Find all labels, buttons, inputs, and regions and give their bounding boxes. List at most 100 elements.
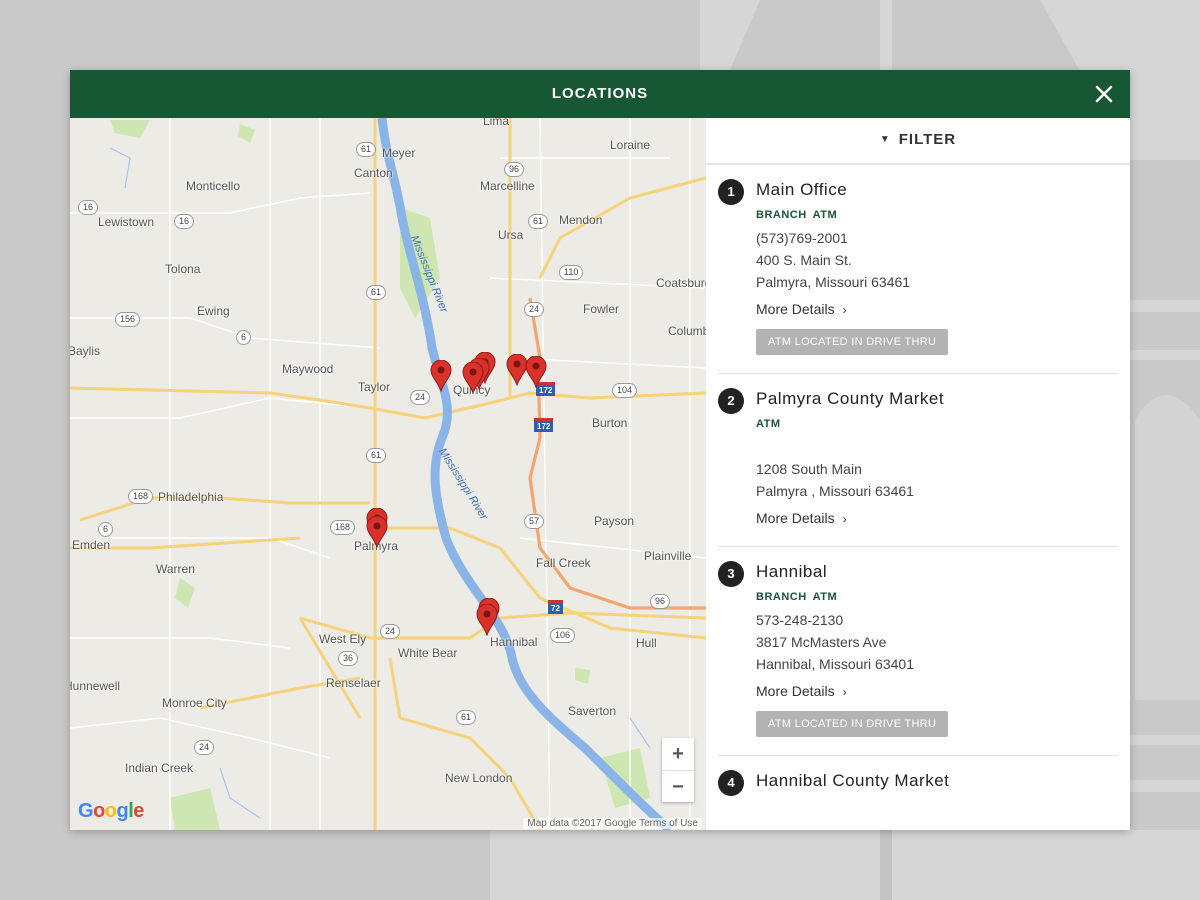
more-details-link[interactable]: More Details › xyxy=(756,510,847,526)
location-name[interactable]: Palmyra County Market xyxy=(756,386,1118,412)
map-label-lewistown: Lewistown xyxy=(98,215,155,229)
highway-shield: 61 xyxy=(366,285,387,300)
highway-shield: 24 xyxy=(524,302,545,317)
highway-shield: 61 xyxy=(528,214,549,229)
location-tags: BRANCH ATM xyxy=(756,591,1118,603)
more-details-link[interactable]: More Details › xyxy=(756,683,847,699)
location-tags: ATM xyxy=(756,418,1118,430)
highway-shield: 24 xyxy=(410,390,431,405)
map-label-baylis: Baylis xyxy=(70,344,101,358)
location-address-line2: Hannibal, Missouri 63401 xyxy=(756,656,914,672)
map-label-white-bear: White Bear xyxy=(398,646,458,660)
interstate-shield: 72 xyxy=(548,600,563,614)
map-attribution[interactable]: Map data ©2017 Google Terms of Use xyxy=(523,818,702,829)
close-button[interactable] xyxy=(1090,80,1118,108)
drive-thru-badge: ATM LOCATED IN DRIVE THRU xyxy=(756,329,949,355)
location-address-line1: 1208 South Main xyxy=(756,461,862,477)
highway-shield: 110 xyxy=(559,265,584,280)
map-label-ursa: Ursa xyxy=(498,228,524,242)
map-label-emden: Emden xyxy=(72,538,111,552)
location-contact: 1208 South Main Palmyra , Missouri 63461 xyxy=(756,458,1118,502)
zoom-out-button[interactable]: − xyxy=(662,770,694,802)
map-label-monticello: Monticello xyxy=(186,179,241,193)
filter-label: FILTER xyxy=(898,131,957,148)
map-label-philadelphia: Philadelphia xyxy=(158,490,224,504)
map-label-fall-creek: Fall Creek xyxy=(536,556,591,570)
highway-shield: 16 xyxy=(174,214,195,229)
map-pin-icon[interactable] xyxy=(525,356,547,388)
highway-shield: 24 xyxy=(194,740,215,755)
location-item: 4 Hannibal County Market xyxy=(718,756,1118,812)
map-pin-icon[interactable] xyxy=(366,516,388,548)
close-icon xyxy=(1095,85,1113,103)
highway-shield: 61 xyxy=(456,710,477,725)
highway-shield: 168 xyxy=(330,520,356,535)
tag-branch: BRANCH xyxy=(756,591,807,603)
map-label-tolona: Tolona xyxy=(165,262,201,276)
location-item: 1 Main Office BRANCH ATM (573)769-2001 40… xyxy=(718,165,1118,374)
highway-shield: 156 xyxy=(115,312,141,327)
map-label-indian-creek: Indian Creek xyxy=(125,761,194,775)
location-address-line1: 400 S. Main St. xyxy=(756,252,852,268)
zoom-controls: + − xyxy=(662,738,694,802)
location-address-line2: Palmyra , Missouri 63461 xyxy=(756,483,914,499)
map-label-taylor: Taylor xyxy=(358,380,391,394)
location-address-line2: Palmyra, Missouri 63461 xyxy=(756,274,911,290)
location-name[interactable]: Hannibal County Market xyxy=(756,768,1118,794)
chevron-down-icon: ▼ xyxy=(879,134,891,146)
map-label-hull: Hull xyxy=(636,636,657,650)
location-phone[interactable]: 573-248-2130 xyxy=(756,609,1118,631)
location-item: 3 Hannibal BRANCH ATM 573-248-2130 3817 M… xyxy=(718,547,1118,756)
modal-header: LOCATIONS xyxy=(70,70,1130,118)
map-label-lima: Lima xyxy=(483,118,510,128)
highway-shield: 6 xyxy=(98,522,114,537)
tag-atm: ATM xyxy=(812,591,838,603)
more-details-link[interactable]: More Details › xyxy=(756,301,847,317)
map-base xyxy=(70,118,706,830)
location-name[interactable]: Main Office xyxy=(756,177,1118,203)
locations-list-pane: ▼ FILTER 1 Main Office BRANCH ATM (573)769… xyxy=(706,118,1130,830)
location-number: 3 xyxy=(718,561,744,587)
location-tags: BRANCH ATM xyxy=(756,209,1118,221)
chevron-right-icon: › xyxy=(842,685,847,699)
map-label-plainville: Plainville xyxy=(644,549,692,563)
location-address-line1: 3817 McMasters Ave xyxy=(756,634,887,650)
chevron-right-icon: › xyxy=(842,512,847,526)
map-label-monroe-city: Monroe City xyxy=(162,696,227,710)
location-contact: 573-248-2130 3817 McMasters Ave Hannibal… xyxy=(756,609,1118,675)
map-label-mendon: Mendon xyxy=(559,213,603,227)
highway-shield: 6 xyxy=(236,330,252,345)
location-number: 1 xyxy=(718,179,744,205)
highway-shield: 168 xyxy=(128,489,154,504)
interstate-shield: 172 xyxy=(534,418,554,432)
highway-shield: 61 xyxy=(356,142,377,157)
map-label-coatsburg: Coatsburg xyxy=(656,276,706,290)
map-label-burton: Burton xyxy=(592,416,628,430)
highway-shield: 36 xyxy=(338,651,359,666)
map-label-maywood: Maywood xyxy=(282,362,334,376)
filter-toggle[interactable]: ▼ FILTER xyxy=(706,118,1130,165)
map-pin-icon[interactable] xyxy=(476,604,498,636)
location-contact: (573)769-2001 400 S. Main St. Palmyra, M… xyxy=(756,227,1118,293)
map-pin-icon[interactable] xyxy=(430,360,452,392)
more-details-label: More Details xyxy=(756,510,835,526)
google-logo: Google xyxy=(78,800,144,822)
map-label-loraine: Loraine xyxy=(610,138,651,152)
location-name[interactable]: Hannibal xyxy=(756,559,1118,585)
chevron-right-icon: › xyxy=(842,303,847,317)
map-label-canton: Canton xyxy=(354,166,393,180)
locations-modal: LOCATIONS Lima Meyer Loraine Canton Marc… xyxy=(70,70,1130,830)
map-pin-icon[interactable] xyxy=(462,362,484,394)
highway-shield: 61 xyxy=(366,448,387,463)
map-label-payson: Payson xyxy=(594,514,635,528)
tag-atm: ATM xyxy=(812,209,838,221)
map-pane[interactable]: Lima Meyer Loraine Canton Marcelline Mon… xyxy=(70,118,706,830)
tag-atm: ATM xyxy=(756,418,781,430)
location-phone[interactable]: (573)769-2001 xyxy=(756,227,1118,249)
map-label-new-london: New London xyxy=(445,771,513,785)
map-label-hunnewell: Hunnewell xyxy=(70,679,121,693)
zoom-in-button[interactable]: + xyxy=(662,738,694,770)
map-label-fowler: Fowler xyxy=(583,302,620,316)
highway-shield: 96 xyxy=(504,162,525,177)
map-label-hannibal: Hannibal xyxy=(490,635,538,649)
